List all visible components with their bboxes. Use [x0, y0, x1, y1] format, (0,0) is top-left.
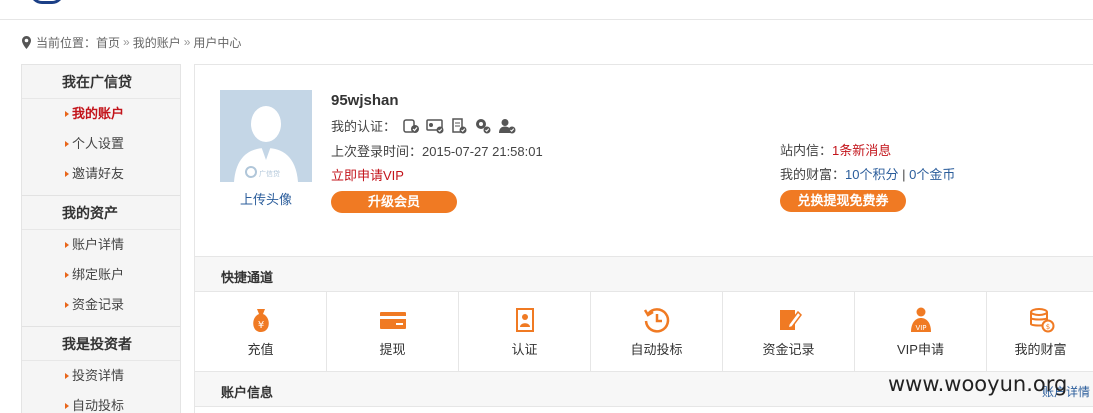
breadcrumb-separator: »	[123, 35, 130, 49]
quick-item-recharge[interactable]: ¥ 充值	[195, 292, 327, 372]
quick-item-my-wealth[interactable]: $ 我的财富	[987, 292, 1093, 372]
quick-item-label: 充值	[247, 342, 274, 357]
sidebar-group-title: 我的资产	[22, 196, 180, 230]
cert-label: 我的认证：	[331, 119, 397, 134]
video-cert-icon[interactable]	[474, 118, 492, 134]
money-bag-icon: ¥	[252, 309, 269, 332]
sidebar-group-assets: 我的资产 账户详情 绑定账户 资金记录	[22, 196, 180, 327]
sidebar-group-guangxindai: 我在广信贷 我的账户 个人设置 邀请好友	[22, 65, 180, 196]
svg-text:$: $	[1045, 323, 1049, 331]
svg-text:VIP: VIP	[915, 324, 926, 332]
quick-item-label: 认证	[511, 342, 538, 357]
avatar[interactable]: 广信贷	[220, 90, 312, 182]
site-logo[interactable]: g g	[30, 0, 100, 4]
default-avatar-icon: 广信贷	[220, 90, 312, 182]
points-link[interactable]: 10个积分	[845, 167, 898, 182]
sidebar-group-title: 我是投资者	[22, 327, 180, 361]
section-title: 快捷通道	[221, 270, 274, 285]
quick-item-label: 自动投标	[630, 342, 683, 357]
certification-row: 我的认证：	[331, 116, 516, 135]
main-panel: 广信贷 上传头像 95wjshan 我的认证： 上次登录时间：2015-07-2…	[194, 64, 1093, 413]
upgrade-member-button[interactable]: 升级会员	[331, 191, 457, 213]
quick-item-label: VIP申请	[897, 342, 944, 357]
breadcrumb-user-center: 用户中心	[193, 35, 242, 50]
coins-link[interactable]: 0个金币	[909, 167, 955, 182]
logo-mark	[30, 0, 64, 4]
user-cert-icon[interactable]	[498, 118, 516, 134]
breadcrumb-separator: »	[183, 35, 191, 49]
wealth-separator: |	[902, 167, 906, 182]
breadcrumb-home[interactable]: 首页	[96, 34, 120, 51]
message-label: 站内信：	[780, 143, 833, 158]
quick-item-auto-bid[interactable]: 自动投标	[591, 292, 723, 372]
section-title: 账户信息	[221, 385, 274, 400]
quick-item-label: 我的财富	[1014, 342, 1067, 357]
sidebar-item-invite-friends[interactable]: 邀请好友	[22, 159, 180, 189]
phone-cert-icon[interactable]	[402, 118, 420, 134]
watermark-text: www.wooyun.org	[888, 372, 1068, 396]
breadcrumb: 当前位置： 首页 » 我的账户 » 用户中心	[22, 34, 241, 50]
wealth-label: 我的财富：	[780, 167, 846, 182]
sidebar-item-auto-bid[interactable]: 自动投标	[22, 391, 180, 413]
sidebar-item-fund-records[interactable]: 资金记录	[22, 290, 180, 320]
site-message-row: 站内信：1条新消息	[780, 140, 891, 159]
sidebar-item-bind-account[interactable]: 绑定账户	[22, 260, 180, 290]
quick-item-label: 提现	[379, 342, 406, 357]
sidebar-group-investor: 我是投资者 投资详情 自动投标	[22, 327, 180, 413]
id-card-cert-icon[interactable]	[426, 118, 444, 134]
sidebar-item-investment-details[interactable]: 投资详情	[22, 361, 180, 391]
apply-vip-link[interactable]: 立即申请VIP	[331, 165, 404, 184]
sidebar-item-personal-settings[interactable]: 个人设置	[22, 129, 180, 159]
sidebar-item-account-details[interactable]: 账户详情	[22, 230, 180, 260]
sidebar-item-my-account[interactable]: 我的账户	[22, 99, 180, 129]
quick-item-certify[interactable]: 认证	[459, 292, 591, 372]
username: 95wjshan	[331, 92, 399, 109]
breadcrumb-prefix: 当前位置：	[36, 35, 97, 50]
upload-avatar-link[interactable]: 上传头像	[220, 189, 312, 208]
new-message-link[interactable]: 1条新消息	[832, 143, 891, 158]
record-edit-icon	[779, 310, 802, 330]
quick-channel-row: ¥ 充值 提现 认证 自动投标 资金记录 VIP VIP申请 $ 我的财富	[195, 292, 1093, 372]
quick-item-label: 资金记录	[762, 342, 815, 357]
location-pin-icon	[22, 35, 31, 49]
quick-channel-header: 快捷通道	[195, 256, 1093, 292]
last-login-time: 上次登录时间：2015-07-27 21:58:01	[331, 144, 543, 159]
document-cert-icon[interactable]	[450, 117, 468, 134]
quick-item-fund-records[interactable]: 资金记录	[723, 292, 855, 372]
sidebar-group-title: 我在广信贷	[22, 65, 180, 99]
top-header: g g	[0, 0, 1093, 20]
vip-user-icon: VIP	[910, 307, 931, 332]
coin-stack-icon: $	[1029, 308, 1054, 333]
breadcrumb-my-account[interactable]: 我的账户	[133, 34, 181, 51]
redeem-coupon-button[interactable]: 兑换提现免费券	[780, 190, 906, 212]
bank-card-icon	[379, 312, 406, 329]
sidebar: 我在广信贷 我的账户 个人设置 邀请好友 我的资产 账户详情 绑定账户 资金记录…	[21, 64, 181, 413]
auto-clock-icon	[643, 308, 669, 333]
svg-text:广信贷: 广信贷	[259, 169, 280, 178]
quick-item-vip-apply[interactable]: VIP VIP申请	[855, 292, 987, 372]
wealth-row: 我的财富：10个积分 | 0个金币	[780, 164, 955, 183]
id-badge-icon	[515, 308, 534, 332]
svg-text:¥: ¥	[257, 320, 263, 331]
quick-item-withdraw[interactable]: 提现	[327, 292, 459, 372]
